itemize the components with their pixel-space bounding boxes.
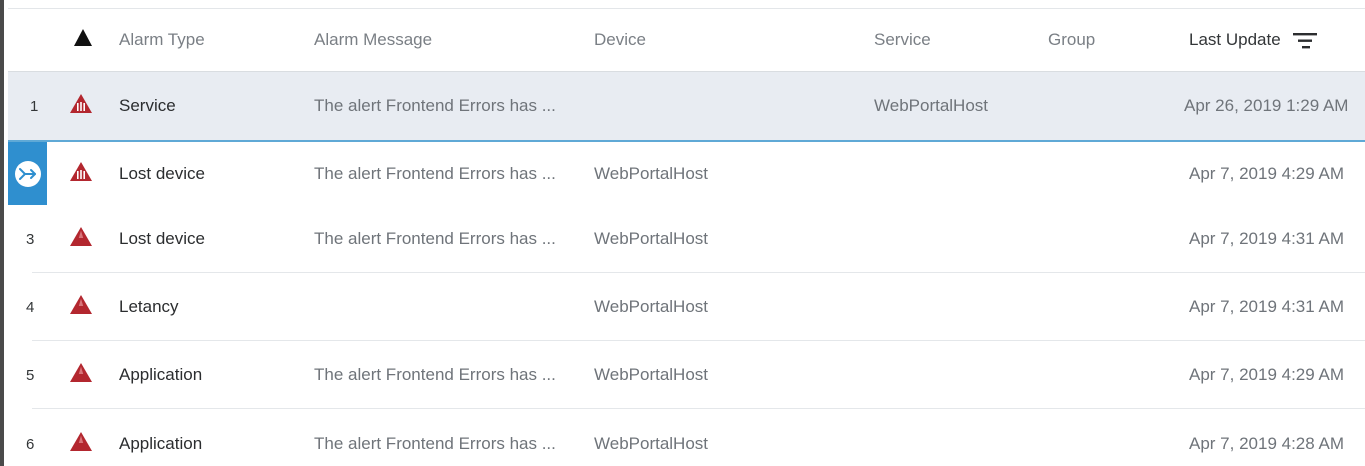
last-update-time: Apr 7, 2019 4:28 AM xyxy=(1189,434,1344,453)
row-number: 4 xyxy=(26,298,35,316)
column-header-device[interactable]: Device xyxy=(594,9,646,71)
column-header-group[interactable]: Group xyxy=(1048,9,1095,71)
severity-warning-icon xyxy=(74,29,92,51)
severity-column-header[interactable] xyxy=(74,9,92,71)
table-row[interactable]: Lost device The alert Frontend Errors ha… xyxy=(8,140,1365,208)
device-name: WebPortalHost xyxy=(594,434,709,453)
group-label: Group xyxy=(1048,30,1096,49)
table-row[interactable]: 1 Service The alert Frontend Errors has … xyxy=(8,72,1365,140)
alarm-message: The alert Frontend Errors has ... xyxy=(314,96,556,115)
alarm-severity-icon xyxy=(70,162,92,186)
alarm-type: Lost device xyxy=(119,164,205,183)
column-header-alarm-message[interactable]: Alarm Message xyxy=(314,9,432,71)
last-update-time: Apr 7, 2019 4:31 AM xyxy=(1189,229,1344,248)
table-header: Alarm Type Alarm Message Device Service … xyxy=(8,9,1365,72)
device-name: WebPortalHost xyxy=(594,297,709,316)
alarm-type: Letancy xyxy=(119,297,179,316)
column-header-service[interactable]: Service xyxy=(874,9,931,71)
table-row[interactable]: 4 Letancy WebPortalHost Apr 7, 2019 4:31… xyxy=(8,273,1365,341)
table-row[interactable]: 5 Application The alert Frontend Errors … xyxy=(8,341,1365,409)
alarm-message: The alert Frontend Errors has ... xyxy=(314,164,556,183)
table-row[interactable]: 3 Lost device The alert Frontend Errors … xyxy=(8,205,1365,273)
device-label: Device xyxy=(594,30,646,49)
last-update-time: Apr 7, 2019 4:29 AM xyxy=(1189,164,1344,183)
alarm-severity-icon xyxy=(70,432,92,456)
column-header-last-update[interactable]: Last Update xyxy=(1189,9,1317,71)
service-name: WebPortalHost xyxy=(874,96,989,115)
device-name: WebPortalHost xyxy=(594,229,709,248)
column-header-alarm-type[interactable]: Alarm Type xyxy=(119,9,205,71)
last-update-label: Last Update xyxy=(1189,30,1281,49)
alarm-severity-icon xyxy=(70,363,92,387)
device-name: WebPortalHost xyxy=(594,164,709,183)
row-number: 1 xyxy=(30,97,39,115)
alarm-severity-icon xyxy=(70,227,92,251)
service-label: Service xyxy=(874,30,931,49)
row-number: 3 xyxy=(26,230,35,248)
row-select-handle[interactable] xyxy=(8,142,47,206)
alarms-panel: Alarm Type Alarm Message Device Service … xyxy=(0,0,1365,466)
route-arrow-icon xyxy=(14,161,41,187)
alarm-severity-icon xyxy=(70,94,92,118)
alarm-type: Application xyxy=(119,434,203,453)
row-number: 5 xyxy=(26,366,35,384)
last-update-time: Apr 7, 2019 4:29 AM xyxy=(1189,365,1344,384)
last-update-time: Apr 26, 2019 1:29 AM xyxy=(1184,96,1349,115)
alarm-message: The alert Frontend Errors has ... xyxy=(314,229,556,248)
alarm-type-label: Alarm Type xyxy=(119,30,205,49)
alarm-message-label: Alarm Message xyxy=(314,30,433,49)
device-name: WebPortalHost xyxy=(594,365,709,384)
sort-descending-icon[interactable] xyxy=(1292,32,1317,49)
row-number: 6 xyxy=(26,435,35,453)
last-update-time: Apr 7, 2019 4:31 AM xyxy=(1189,297,1344,316)
table-row[interactable]: 6 Application The alert Frontend Errors … xyxy=(8,410,1365,466)
alarm-severity-icon xyxy=(70,295,92,319)
alarm-type: Lost device xyxy=(119,229,205,248)
alarm-type: Service xyxy=(119,96,176,115)
row-divider xyxy=(32,408,1365,409)
alarm-message: The alert Frontend Errors has ... xyxy=(314,365,556,384)
alarm-type: Application xyxy=(119,365,203,384)
alarm-message: The alert Frontend Errors has ... xyxy=(314,434,556,453)
